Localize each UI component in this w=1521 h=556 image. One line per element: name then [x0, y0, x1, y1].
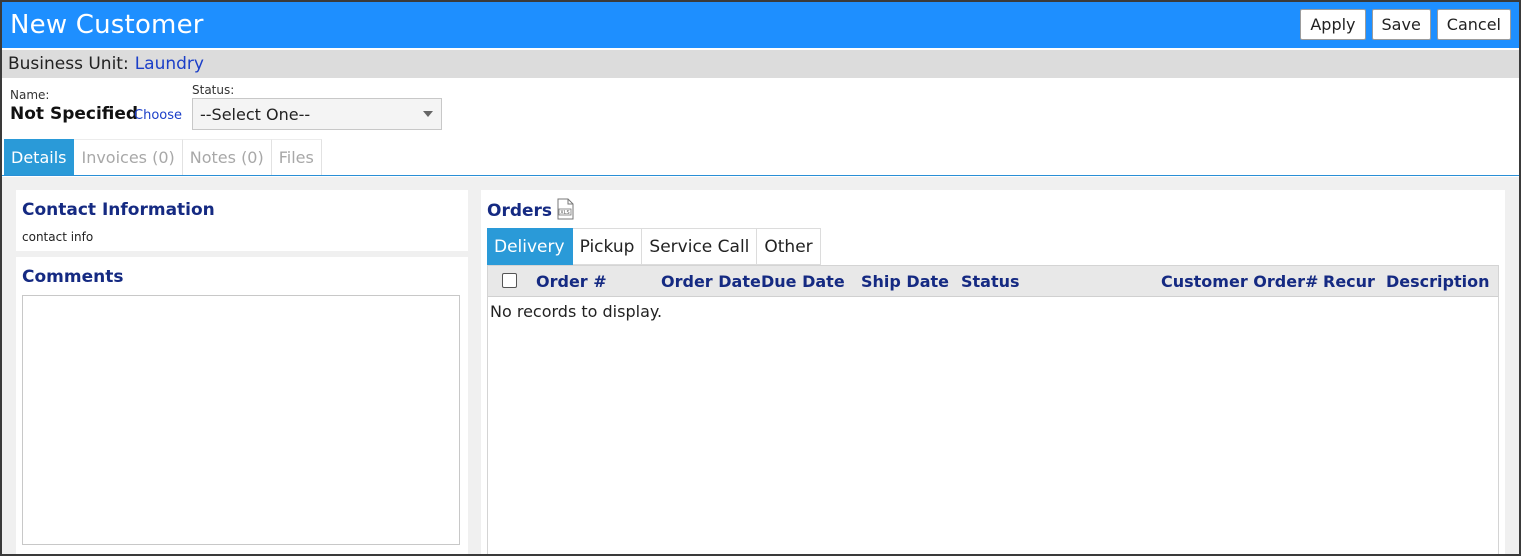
business-unit-value[interactable]: Laundry	[135, 54, 204, 74]
apply-button[interactable]: Apply	[1300, 9, 1366, 40]
orders-grid: Order # Order Date Due Date Ship Date St…	[487, 265, 1499, 554]
tab-files[interactable]: Files	[271, 139, 322, 175]
tab-other[interactable]: Other	[757, 228, 821, 265]
col-order-number[interactable]: Order #	[536, 272, 607, 291]
xls-file-icon[interactable]: XLS	[556, 198, 574, 220]
tab-notes[interactable]: Notes (0)	[182, 139, 272, 175]
col-due-date[interactable]: Due Date	[761, 272, 845, 291]
comments-textarea[interactable]	[22, 295, 460, 545]
orders-grid-header: Order # Order Date Due Date Ship Date St…	[488, 266, 1498, 297]
comments-title: Comments	[22, 267, 124, 287]
status-selected-value: --Select One--	[200, 104, 311, 124]
window-title: New Customer	[10, 10, 204, 40]
contact-title: Contact Information	[22, 200, 215, 220]
select-all-checkbox[interactable]	[502, 273, 517, 288]
toolbar-actions: Apply Save Cancel	[1300, 9, 1511, 40]
name-value: Not Specified	[10, 104, 139, 124]
orders-title: Orders	[487, 201, 553, 221]
choose-name-link[interactable]: Choose	[134, 108, 182, 123]
status-select[interactable]: --Select One--	[192, 98, 442, 130]
tab-pickup[interactable]: Pickup	[572, 228, 643, 265]
customer-window: New Customer Apply Save Cancel Business …	[0, 0, 1521, 556]
orders-panel: Orders XLS Delivery Pickup Service Call …	[481, 190, 1505, 554]
col-customer-order[interactable]: Customer Order#	[1161, 272, 1318, 291]
save-button[interactable]: Save	[1371, 9, 1431, 40]
chevron-down-icon	[423, 111, 433, 117]
details-content: Contact Information contact info Comment…	[2, 177, 1519, 554]
main-tab-strip: Details Invoices (0) Notes (0) Files	[2, 139, 1519, 176]
business-unit-label: Business Unit:	[8, 54, 129, 74]
col-description[interactable]: Description	[1386, 272, 1489, 291]
empty-grid-message: No records to display.	[490, 302, 663, 321]
tab-delivery[interactable]: Delivery	[487, 228, 573, 265]
name-label: Name:	[10, 88, 50, 102]
contact-info-text: contact info	[22, 230, 94, 244]
col-ship-date[interactable]: Ship Date	[861, 272, 949, 291]
comments-panel: Comments	[16, 257, 468, 554]
title-bar: New Customer Apply Save Cancel	[2, 2, 1519, 48]
business-unit-bar: Business Unit: Laundry	[2, 50, 1519, 78]
svg-text:XLS: XLS	[560, 210, 569, 216]
col-order-date[interactable]: Order Date	[661, 272, 761, 291]
status-label: Status:	[192, 83, 235, 97]
col-recur[interactable]: Recur	[1323, 272, 1375, 291]
contact-panel: Contact Information contact info	[16, 190, 468, 251]
col-status[interactable]: Status	[961, 272, 1020, 291]
tab-details[interactable]: Details	[4, 139, 75, 175]
tab-invoices[interactable]: Invoices (0)	[74, 139, 183, 175]
tab-service-call[interactable]: Service Call	[642, 228, 758, 265]
cancel-button[interactable]: Cancel	[1436, 9, 1511, 40]
orders-tab-strip: Delivery Pickup Service Call Other	[487, 228, 821, 265]
